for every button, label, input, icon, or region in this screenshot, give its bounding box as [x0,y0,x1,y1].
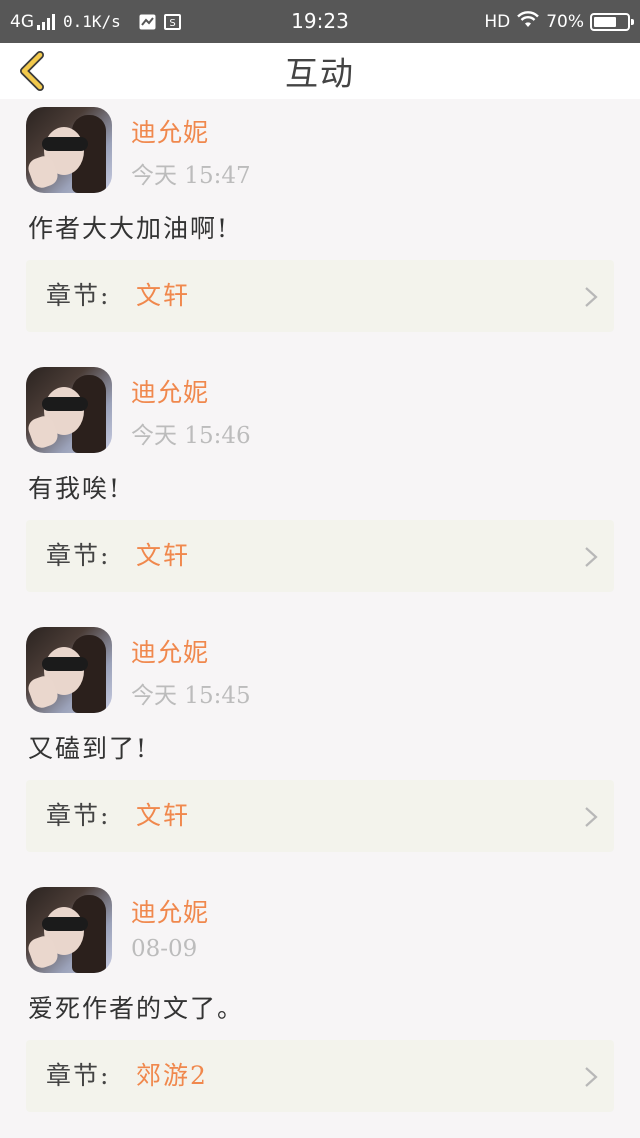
chapter-label: 章节: [46,541,111,570]
user-name[interactable]: 迪允妮 [131,113,209,149]
comment-text: 又磕到了! [28,734,149,763]
comment-text: 爱死作者的文了。 [28,994,245,1023]
comment-item: 迪允妮 今天 15:47 作者大大加油啊! 章节: 文轩 [0,99,640,359]
status-right: HD 70% [484,0,634,43]
wifi-icon [516,10,540,33]
comment-item: 迪允妮 今天 15:45 又磕到了! 章节: 文轩 [0,619,640,879]
comment-text: 有我唉! [28,474,122,503]
header-bar: 互动 [0,43,640,99]
user-name[interactable]: 迪允妮 [131,633,209,669]
page-title: 互动 [285,54,355,93]
avatar[interactable] [26,367,112,453]
avatar[interactable] [26,627,112,713]
chapter-label: 章节: [46,281,111,310]
user-name[interactable]: 迪允妮 [131,893,209,929]
chapter-link[interactable]: 章节: 文轩 [26,520,614,592]
comment-text: 作者大大加油啊! [28,214,230,243]
avatar[interactable] [26,887,112,973]
chapter-name: 文轩 [136,541,191,570]
chapter-name: 文轩 [136,281,191,310]
chapter-label: 章节: [46,801,111,830]
chevron-right-icon [585,807,598,827]
user-name[interactable]: 迪允妮 [131,373,209,409]
comment-item: 迪允妮 08-09 爱死作者的文了。 章节: 郊游2 [0,879,640,1138]
post-time: 08-09 [131,936,198,962]
chevron-right-icon [585,287,598,307]
post-time: 今天 15:47 [131,163,251,189]
chapter-name: 郊游2 [136,1061,208,1090]
chapter-link[interactable]: 章节: 文轩 [26,260,614,332]
battery-percent: 70% [546,11,584,32]
hd-badge: HD [484,11,511,32]
chapter-link[interactable]: 章节: 文轩 [26,780,614,852]
chapter-label: 章节: [46,1061,111,1090]
comment-item: 迪允妮 今天 15:46 有我唉! 章节: 文轩 [0,359,640,619]
chapter-link[interactable]: 章节: 郊游2 [26,1040,614,1112]
battery-icon [590,12,634,31]
post-time: 今天 15:45 [131,683,251,709]
chapter-name: 文轩 [136,801,191,830]
status-bar: 4G 0.1K/s S 19:23 HD 70% [0,0,640,43]
comment-feed[interactable]: 迪允妮 今天 15:47 作者大大加油啊! 章节: 文轩 迪允妮 今天 15:4… [0,99,640,1138]
post-time: 今天 15:46 [131,423,251,449]
chevron-right-icon [585,1067,598,1087]
chevron-right-icon [585,547,598,567]
avatar[interactable] [26,107,112,193]
